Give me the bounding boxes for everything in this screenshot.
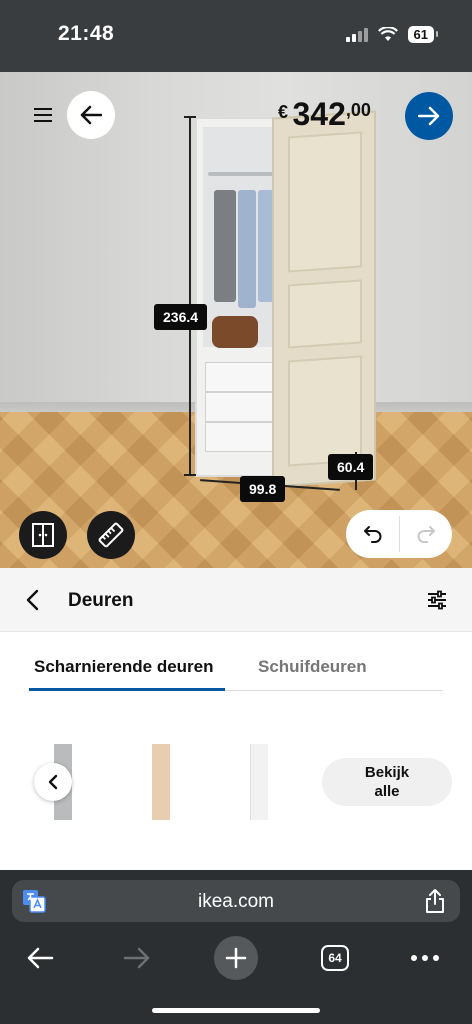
home-indicator — [152, 1008, 320, 1013]
clothing-item — [238, 190, 256, 308]
door-option-beige[interactable] — [152, 744, 170, 820]
handbag — [212, 316, 258, 348]
status-icons: 61 — [345, 26, 439, 43]
tab-sliding-doors[interactable]: Schuifdeuren — [258, 657, 367, 677]
menu-icon[interactable] — [34, 108, 52, 122]
price-integer: 342 — [292, 96, 346, 132]
price-currency: € — [278, 102, 289, 122]
tab-hinged-doors[interactable]: Scharnierende deuren — [34, 657, 214, 677]
filter-sliders-icon — [428, 590, 446, 610]
depth-dimension-label: 60.4 — [328, 454, 374, 480]
wardrobe-3d-view[interactable]: 236.4 99.8 60.4 € 342,00 — [0, 72, 472, 568]
filter-button[interactable] — [426, 590, 448, 615]
arrow-right-icon — [123, 947, 150, 969]
panel-header: Deuren — [0, 568, 472, 632]
undo-icon — [363, 526, 381, 543]
wardrobe-door — [272, 110, 376, 488]
measure-button[interactable] — [87, 511, 135, 559]
height-dimension-label: 236.4 — [154, 304, 208, 330]
cellular-signal-icon — [345, 27, 368, 42]
height-dimension-line — [184, 116, 196, 476]
active-tab-indicator — [29, 688, 225, 691]
back-button[interactable] — [67, 91, 115, 139]
see-all-line-2: alle — [374, 783, 400, 800]
wardrobe-doors-icon — [32, 523, 54, 547]
chevron-left-icon — [26, 589, 39, 611]
address-bar[interactable]: ikea.com — [12, 880, 460, 922]
status-bar: 21:48 61 — [0, 0, 472, 72]
panel-title: Deuren — [68, 590, 134, 611]
chevron-left-icon — [48, 774, 58, 790]
share-icon[interactable] — [424, 888, 446, 914]
arrow-right-icon — [418, 106, 440, 126]
width-dimension-label: 99.8 — [240, 476, 286, 502]
doors-panel: Deuren Scharnierende deuren Schuifdeuren… — [0, 568, 472, 870]
tabs-count: 64 — [321, 945, 349, 971]
browser-nav-row: 64 — [0, 936, 472, 986]
door-type-tabs: Scharnierende deuren Schuifdeuren — [0, 632, 472, 694]
tabs-overview-button[interactable]: 64 — [318, 936, 352, 980]
next-button[interactable] — [405, 92, 453, 140]
battery-indicator: 61 — [407, 26, 439, 43]
more-menu-button[interactable] — [405, 936, 445, 980]
clothes-rail — [208, 172, 278, 176]
toggle-doors-button[interactable] — [19, 511, 67, 559]
browser-back-button[interactable] — [20, 936, 60, 980]
browser-toolbar: ikea.com 64 — [0, 870, 472, 1024]
undo-button[interactable] — [346, 510, 399, 558]
panel-back-button[interactable] — [24, 588, 42, 617]
wifi-icon — [377, 27, 398, 41]
plus-icon — [225, 947, 247, 969]
undo-redo-group — [346, 510, 452, 558]
more-dots-icon — [411, 955, 439, 961]
arrow-left-icon — [80, 105, 102, 125]
arrow-left-icon — [27, 947, 54, 969]
redo-icon — [417, 526, 435, 543]
status-time: 21:48 — [58, 22, 115, 45]
redo-button[interactable] — [399, 510, 452, 558]
price-decimals: ,00 — [345, 100, 371, 120]
drawer — [205, 422, 277, 452]
url-text: ikea.com — [197, 891, 275, 912]
drawer — [205, 392, 277, 422]
see-all-button[interactable]: Bekijk alle — [322, 758, 452, 806]
ruler-icon — [98, 522, 124, 548]
clothing-item — [214, 190, 236, 302]
carousel-prev-button[interactable] — [34, 763, 72, 801]
browser-forward-button[interactable] — [117, 936, 157, 980]
see-all-line-1: Bekijk — [364, 764, 410, 781]
new-tab-button[interactable] — [214, 936, 258, 980]
drawer — [205, 362, 277, 392]
door-option-white[interactable] — [250, 744, 268, 820]
total-price: € 342,00 — [278, 96, 371, 133]
